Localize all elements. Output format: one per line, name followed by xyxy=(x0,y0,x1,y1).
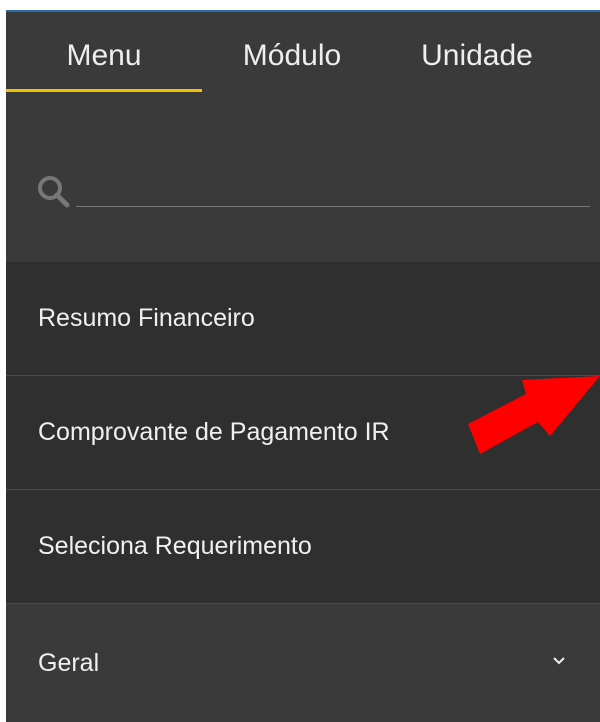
navigation-panel: Menu Módulo Unidade Resumo Financeiro Co… xyxy=(6,10,600,722)
menu-item-geral[interactable]: Geral xyxy=(6,604,600,722)
tab-modulo-label: Módulo xyxy=(242,39,342,72)
search-input[interactable] xyxy=(76,170,590,207)
menu-item-label: Resumo Financeiro xyxy=(38,304,255,332)
menu-item-seleciona-requerimento[interactable]: Seleciona Requerimento xyxy=(6,490,600,604)
menu-item-resumo-financeiro[interactable]: Resumo Financeiro xyxy=(6,262,600,376)
tab-bar: Menu Módulo Unidade xyxy=(6,12,600,100)
tab-unidade-label: Unidade xyxy=(421,39,533,72)
red-arrow-annotation xyxy=(468,376,600,454)
search-icon xyxy=(38,176,70,208)
tab-modulo[interactable]: Módulo xyxy=(202,12,382,100)
tab-unidade[interactable]: Unidade xyxy=(382,12,572,100)
menu-item-label: Seleciona Requerimento xyxy=(38,532,312,560)
tab-menu-label: Menu xyxy=(66,39,142,72)
menu-list: Resumo Financeiro Comprovante de Pagamen… xyxy=(6,262,600,722)
menu-item-label: Comprovante de Pagamento IR xyxy=(38,418,390,446)
chevron-down-icon[interactable] xyxy=(552,654,566,668)
menu-item-label: Geral xyxy=(38,648,100,677)
search-area xyxy=(6,100,600,262)
tab-menu[interactable]: Menu xyxy=(6,12,202,100)
active-tab-indicator xyxy=(6,89,202,92)
